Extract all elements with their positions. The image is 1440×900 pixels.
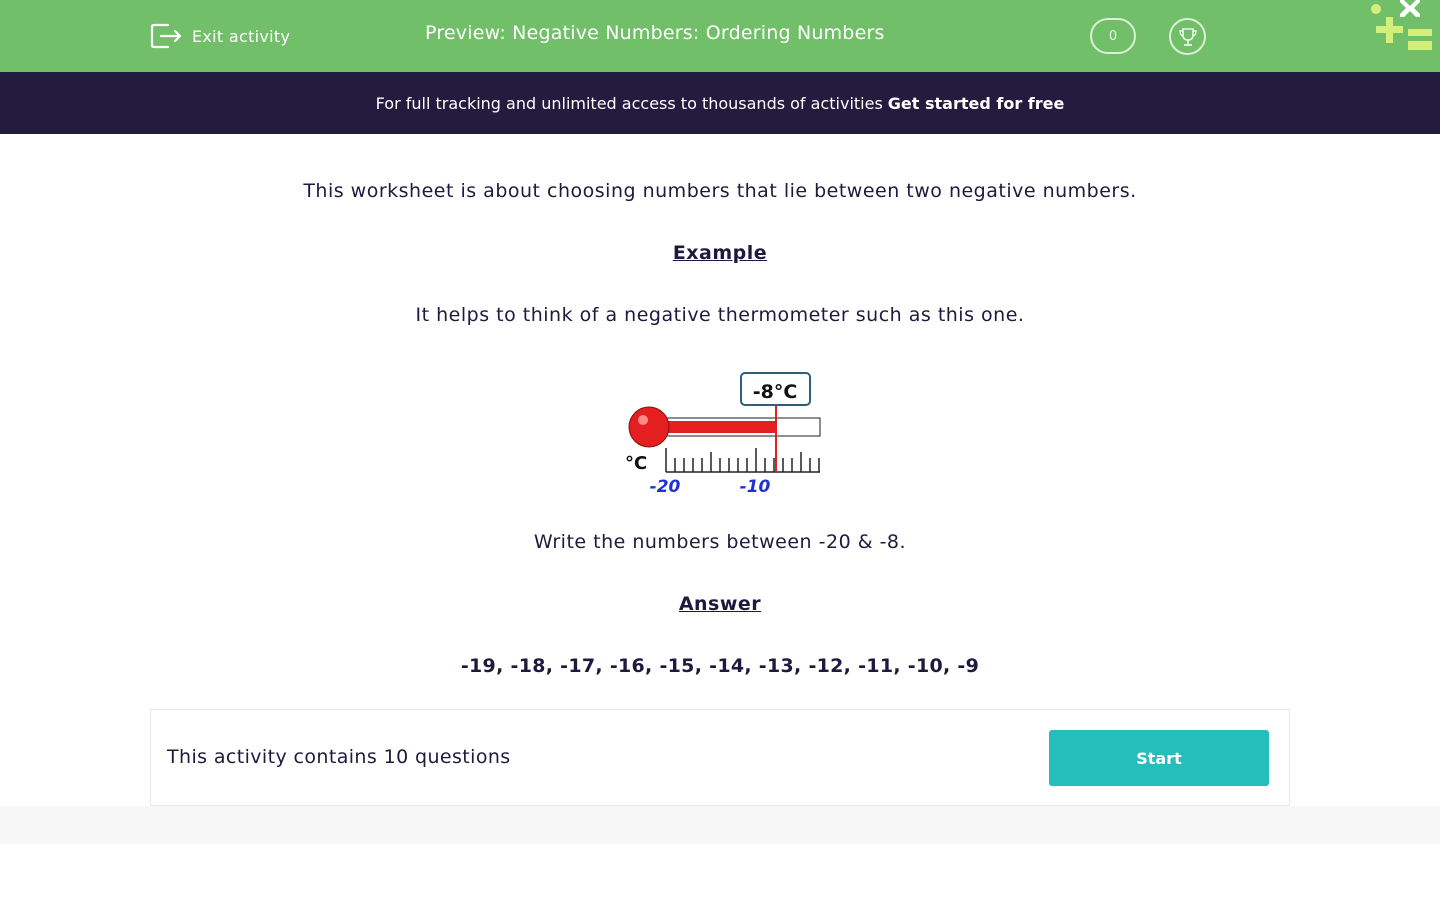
get-started-link[interactable]: Get started for free bbox=[888, 94, 1065, 113]
exit-activity-label: Exit activity bbox=[192, 26, 291, 46]
answer-text: -19, -18, -17, -16, -15, -14, -13, -12, … bbox=[460, 655, 980, 677]
thermometer-unit-label: °C bbox=[625, 453, 647, 474]
intro-text: This worksheet is about choosing numbers… bbox=[303, 180, 1137, 202]
answer-heading: Answer bbox=[678, 593, 762, 615]
trophy-icon bbox=[1178, 27, 1197, 46]
top-bar: Exit activity Preview: Negative Numbers:… bbox=[0, 0, 1440, 72]
question-text: Write the numbers between -20 & -8. bbox=[533, 531, 907, 553]
brand-logo-icon bbox=[1371, 0, 1432, 50]
example-text: It helps to think of a negative thermome… bbox=[415, 304, 1025, 326]
start-button[interactable]: Start bbox=[1049, 730, 1269, 786]
page-title: Preview: Negative Numbers: Ordering Numb… bbox=[425, 22, 885, 44]
trophy-button[interactable] bbox=[1169, 18, 1206, 55]
question-count-text: This activity contains 10 questions bbox=[167, 746, 511, 768]
activity-info-panel: This activity contains 10 questions Star… bbox=[150, 709, 1290, 806]
example-heading: Example bbox=[672, 242, 768, 264]
promo-banner: For full tracking and unlimited access t… bbox=[0, 72, 1440, 134]
thermometer-image: -8°C °C -20 -10 bbox=[625, 372, 821, 497]
tick-label-minus-20: -20 bbox=[650, 477, 681, 497]
tick-label-minus-10: -10 bbox=[740, 477, 771, 497]
score-badge: 0 bbox=[1090, 18, 1136, 54]
exit-activity-button[interactable]: Exit activity bbox=[150, 20, 290, 52]
footer-background bbox=[0, 806, 1440, 844]
thermometer-reading-label: -8°C bbox=[753, 381, 798, 403]
exit-icon bbox=[150, 23, 182, 49]
promo-text: For full tracking and unlimited access t… bbox=[375, 93, 883, 113]
